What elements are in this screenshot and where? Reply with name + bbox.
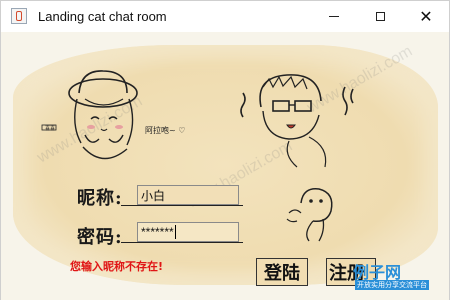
error-message: 您输入昵称不存在! (70, 260, 164, 273)
close-icon: ✕ (419, 6, 433, 26)
cartoon-boy-illustration (240, 74, 354, 168)
window-title: Landing cat chat room (38, 9, 167, 24)
minimize-button[interactable] (311, 1, 357, 32)
maximize-button[interactable] (357, 1, 403, 32)
minimize-icon (329, 16, 339, 17)
maximize-icon (375, 12, 385, 21)
cartoon-girl-illustration (41, 70, 138, 160)
login-button[interactable]: 登陆 (256, 258, 308, 286)
nickname-input[interactable] (137, 185, 239, 205)
title-bar[interactable]: Landing cat chat room ✕ (1, 1, 449, 32)
watermark-logo: 例子网 开放实用分享交流平台 (353, 259, 437, 295)
doodle-caption-right: 阿拉咆~ ♡ (145, 126, 186, 135)
password-underline (121, 242, 243, 243)
nickname-underline (121, 205, 243, 206)
text-caret (175, 225, 176, 239)
close-button[interactable]: ✕ (403, 1, 449, 32)
java-app-icon (11, 8, 27, 24)
app-window: Landing cat chat room ✕ www.haolizi.com … (0, 0, 450, 300)
logo-subtitle: 开放实用分享交流平台 (355, 280, 429, 290)
password-input[interactable] (137, 222, 239, 242)
peeking-creature-illustration (286, 188, 333, 242)
doodle-caption-left: 喜喜 (45, 126, 56, 132)
password-label: 密码: (77, 227, 123, 248)
nickname-label: 昵称: (77, 188, 123, 209)
